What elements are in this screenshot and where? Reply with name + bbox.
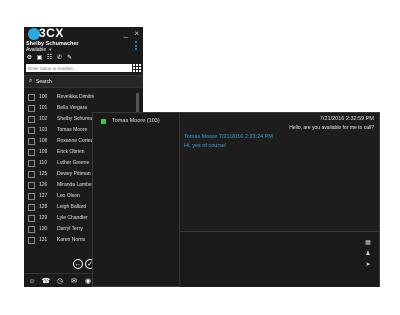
composer-actions: ▦ ♟ ➤ — [364, 239, 373, 272]
contact-extension: 127 — [39, 193, 48, 199]
contact-extension: 110 — [39, 160, 47, 166]
phone-icon[interactable]: ✆ — [56, 54, 63, 61]
contact-name: Karen Norris — [57, 237, 86, 243]
contact-name: Leo Olson — [57, 193, 80, 199]
contact-extension: 128 — [39, 204, 48, 210]
back-arrow-icon[interactable]: ← — [73, 259, 83, 269]
contact-extension: 103 — [39, 127, 48, 133]
search-icon: ⌕ — [29, 78, 33, 84]
contact-name: Roxanne Cortez — [57, 138, 94, 144]
contact-extension: 101 — [39, 105, 48, 111]
chat-icon[interactable]: ✉ — [70, 277, 78, 285]
conversation-item[interactable]: Tomas Moore (103) — [93, 116, 179, 127]
contact-checkbox[interactable] — [28, 94, 35, 101]
people-icon[interactable]: ☺ — [28, 277, 36, 285]
contact-checkbox[interactable] — [28, 182, 35, 189]
contact-checkbox[interactable] — [28, 226, 35, 233]
logo-text: 3CX — [39, 26, 64, 40]
contact-extension: 125 — [39, 171, 48, 177]
contact-checkbox[interactable] — [28, 215, 35, 222]
conversation-list: Tomas Moore (103) — [93, 113, 180, 286]
contact-name: Dewey Pittman — [57, 171, 91, 177]
contact-name: Bella Vergara — [57, 105, 88, 111]
message-composer[interactable]: ▦ ♟ ➤ — [180, 231, 379, 287]
contact-checkbox[interactable] — [28, 171, 35, 178]
reply-header: Tomas Moore 7/21/2016 2:33:24 PM — [184, 134, 273, 140]
contact-checkbox[interactable] — [28, 138, 35, 145]
presence-icon — [101, 119, 106, 124]
contact-name: Lyle Chandler — [57, 215, 88, 221]
voicemail-tab-icon[interactable]: ◉ — [84, 277, 92, 285]
contact-checkbox[interactable] — [28, 116, 35, 123]
contact-checkbox[interactable] — [28, 193, 35, 200]
voicemail-icon[interactable]: ▣ — [36, 54, 43, 61]
contact-name: Luther Greene — [57, 160, 90, 166]
contact-name: Shelby Schumacher — [57, 116, 94, 122]
list-item[interactable]: 100 Reveikka Dimitriou — [24, 92, 136, 103]
contacts-icon[interactable]: ☷ — [46, 54, 53, 61]
contact-name: Reveikka Dimitriou — [57, 94, 94, 100]
contact-extension: 131 — [39, 237, 48, 243]
toolbar: ⚙ ▣ ☷ ✆ ✎ — [26, 54, 73, 62]
contact-extension: 109 — [39, 149, 48, 155]
status-selector[interactable]: Available ▼ — [26, 47, 52, 53]
contact-checkbox[interactable] — [28, 204, 35, 211]
contact-name: Leigh Ballard — [57, 204, 87, 210]
contact-extension: 108 — [39, 138, 48, 144]
app-logo: 3CX — [28, 26, 72, 40]
conversation-label: Tomas Moore (103) — [112, 118, 160, 124]
chevron-down-icon: ▼ — [48, 47, 53, 52]
add-participants-icon[interactable]: ♟ — [364, 250, 372, 258]
contact-name: Miranda Lambert — [57, 182, 94, 188]
window-controls: _ × — [120, 29, 139, 38]
settings-icon[interactable]: ⚙ — [26, 54, 33, 61]
close-button[interactable]: × — [134, 29, 139, 38]
search-input[interactable] — [26, 64, 132, 72]
chat-window: Tomas Moore (103) 7/21/2016 2:32:59 PM H… — [92, 112, 380, 287]
contact-extension: 100 — [39, 94, 48, 100]
more-options-icon[interactable] — [135, 41, 138, 52]
search-bar[interactable]: ⌕ Search — [24, 75, 143, 88]
dialpad-key-icon[interactable]: ☎ — [42, 277, 51, 285]
contact-name: Tomas Moore — [57, 127, 88, 133]
contact-checkbox[interactable] — [28, 149, 35, 156]
contact-extension: 129 — [39, 215, 48, 221]
send-icon[interactable]: ➤ — [364, 261, 372, 269]
contact-extension: 126 — [39, 182, 48, 188]
contact-name: Erick Obrien — [57, 149, 85, 155]
emoji-icon[interactable]: ▦ — [364, 239, 372, 247]
contact-checkbox[interactable] — [28, 127, 35, 134]
history-icon[interactable]: ◷ — [56, 277, 64, 285]
contact-extension: 102 — [39, 116, 48, 122]
minimize-button[interactable]: _ — [124, 29, 128, 38]
contact-checkbox[interactable] — [28, 160, 35, 167]
contact-extension: 130 — [39, 226, 48, 232]
message-timestamp: 7/21/2016 2:32:59 PM — [319, 116, 374, 122]
dialpad-icon[interactable] — [133, 64, 141, 72]
search-label: Search — [36, 79, 52, 85]
message-area: 7/21/2016 2:32:59 PM Hello, are you avai… — [180, 113, 379, 231]
reply-message: Hi, yes of course! — [184, 143, 227, 149]
outgoing-message: Hello, are you available for me to call? — [289, 125, 374, 131]
contact-name: Darryl Terry — [57, 226, 83, 232]
contact-checkbox[interactable] — [28, 105, 35, 112]
contact-checkbox[interactable] — [28, 237, 35, 244]
status-label: Available — [26, 47, 47, 53]
edit-icon[interactable]: ✎ — [66, 54, 73, 61]
